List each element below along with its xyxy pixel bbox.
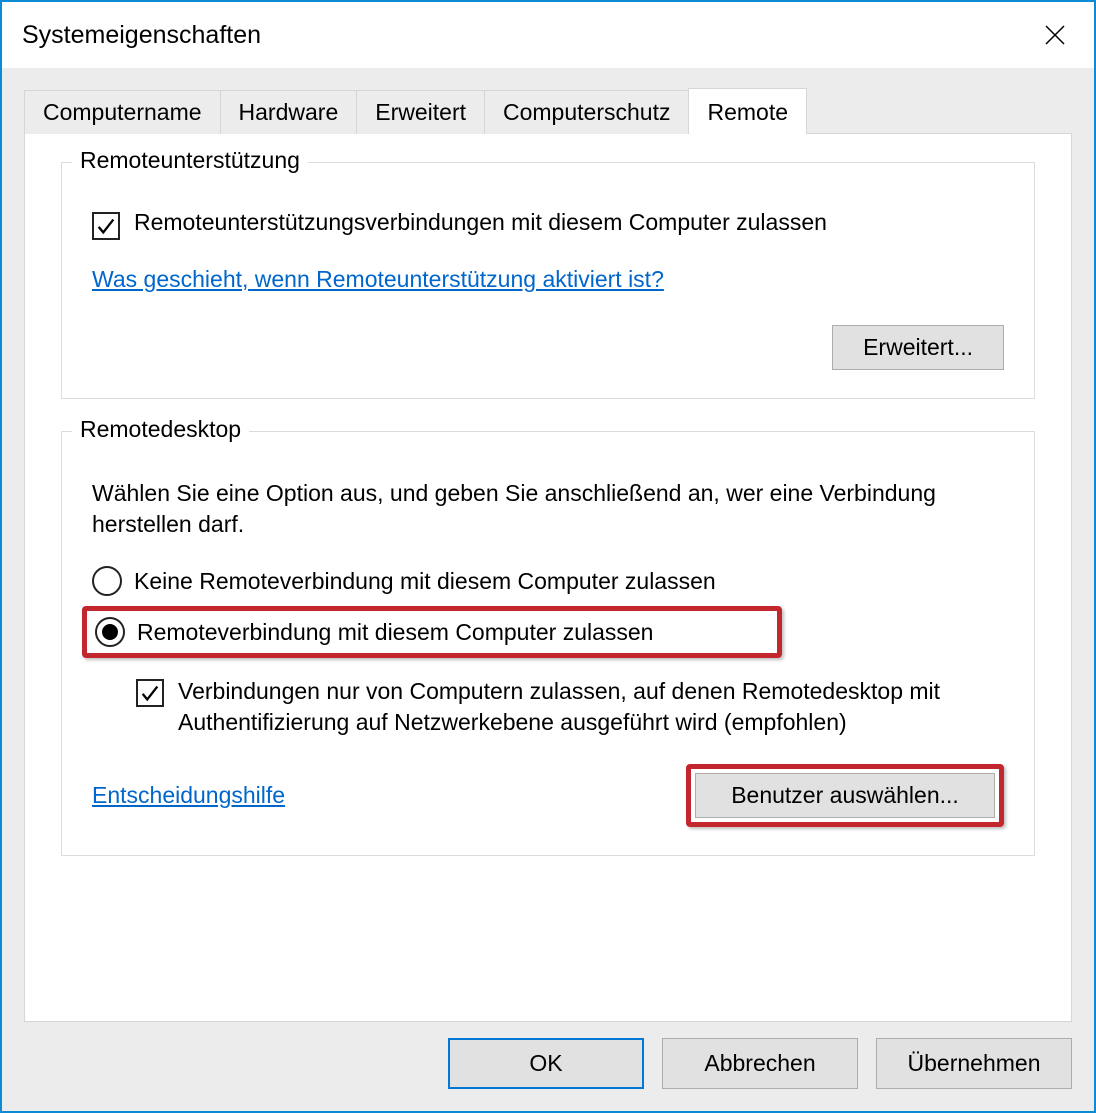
titlebar: Systemeigenschaften bbox=[2, 2, 1094, 68]
tabstrip: Computername Hardware Erweitert Computer… bbox=[24, 88, 1072, 134]
tab-panel-remote: Remoteunterstützung Remoteunterstützungs… bbox=[24, 133, 1072, 1022]
client-area: Computername Hardware Erweitert Computer… bbox=[2, 68, 1094, 1022]
allow-remote-assistance-checkbox[interactable] bbox=[92, 212, 120, 240]
dialog-button-row: OK Abbrechen Übernehmen bbox=[2, 1022, 1094, 1111]
allow-remote-assistance-row: Remoteunterstützungsverbindungen mit die… bbox=[92, 209, 1004, 240]
apply-button[interactable]: Übernehmen bbox=[876, 1038, 1072, 1089]
select-users-button[interactable]: Benutzer auswählen... bbox=[695, 773, 995, 818]
radio-no-remote-label: Keine Remoteverbindung mit diesem Comput… bbox=[134, 568, 716, 595]
tab-hardware[interactable]: Hardware bbox=[220, 90, 358, 134]
radio-no-remote[interactable] bbox=[92, 566, 122, 596]
highlight-select-users: Benutzer auswählen... bbox=[686, 764, 1004, 827]
group-remote-desktop: Remotedesktop Wählen Sie eine Option aus… bbox=[61, 431, 1035, 856]
group-title-remote-desktop: Remotedesktop bbox=[72, 416, 249, 443]
remote-assistance-help-link[interactable]: Was geschieht, wenn Remoteunterstützung … bbox=[92, 264, 664, 295]
window-title: Systemeigenschaften bbox=[22, 21, 1034, 50]
tab-remote[interactable]: Remote bbox=[688, 88, 807, 134]
radio-allow-remote[interactable] bbox=[95, 617, 125, 647]
tab-computer-name[interactable]: Computername bbox=[24, 90, 221, 134]
system-properties-window: Systemeigenschaften Computername Hardwar… bbox=[0, 0, 1096, 1113]
nla-row: Verbindungen nur von Computern zulassen,… bbox=[136, 676, 1004, 738]
close-icon[interactable] bbox=[1034, 14, 1076, 56]
remote-desktop-help-link[interactable]: Entscheidungshilfe bbox=[92, 780, 285, 811]
remote-desktop-description: Wählen Sie eine Option aus, und geben Si… bbox=[92, 478, 1004, 540]
radio-allow-remote-label: Remoteverbindung mit diesem Computer zul… bbox=[137, 619, 653, 646]
radio-no-remote-row: Keine Remoteverbindung mit diesem Comput… bbox=[92, 560, 1004, 602]
nla-label: Verbindungen nur von Computern zulassen,… bbox=[178, 676, 1004, 738]
tab-advanced[interactable]: Erweitert bbox=[356, 90, 485, 134]
group-remote-assistance: Remoteunterstützung Remoteunterstützungs… bbox=[61, 162, 1035, 399]
highlight-allow-remote: Remoteverbindung mit diesem Computer zul… bbox=[82, 606, 782, 658]
remote-desktop-bottom-row: Entscheidungshilfe Benutzer auswählen... bbox=[92, 764, 1004, 827]
group-title-remote-assistance: Remoteunterstützung bbox=[72, 147, 308, 174]
allow-remote-assistance-label: Remoteunterstützungsverbindungen mit die… bbox=[134, 209, 827, 236]
ok-button[interactable]: OK bbox=[448, 1038, 644, 1089]
remote-assistance-advanced-button[interactable]: Erweitert... bbox=[832, 325, 1004, 370]
tab-computer-protection[interactable]: Computerschutz bbox=[484, 90, 689, 134]
cancel-button[interactable]: Abbrechen bbox=[662, 1038, 858, 1089]
nla-checkbox[interactable] bbox=[136, 679, 164, 707]
